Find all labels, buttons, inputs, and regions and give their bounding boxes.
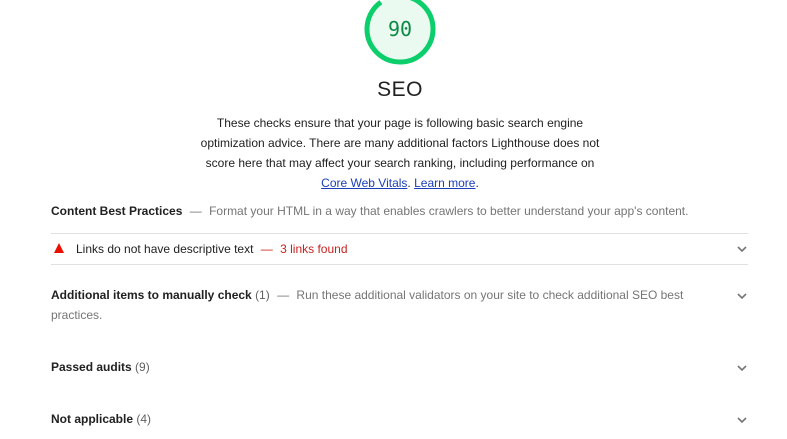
clump-not-applicable[interactable]: Not applicable (4) bbox=[51, 409, 691, 429]
clump-passed-count: (9) bbox=[135, 360, 150, 374]
clump-manual-count: (1) bbox=[255, 288, 270, 302]
group-dash: — bbox=[189, 204, 202, 218]
score-value: 90 bbox=[387, 17, 413, 41]
link1-suffix: . bbox=[407, 176, 411, 190]
clump-passed-title: Passed audits bbox=[51, 360, 132, 374]
audit-link-text[interactable]: Links do not have descriptive text — 3 l… bbox=[51, 240, 748, 258]
score-gauge: 90 bbox=[363, 0, 437, 66]
clump-manual[interactable]: Additional items to manually check (1) —… bbox=[51, 285, 691, 325]
group-description: Format your HTML in a way that enables c… bbox=[209, 204, 689, 218]
clump-passed[interactable]: Passed audits (9) bbox=[51, 357, 691, 377]
description-text: These checks ensure that your page is fo… bbox=[200, 116, 600, 170]
audit-title-wrap: Links do not have descriptive text — 3 l… bbox=[76, 240, 348, 258]
clump-na-title: Not applicable bbox=[51, 412, 134, 426]
category-title: SEO bbox=[377, 78, 423, 101]
divider bbox=[51, 233, 748, 234]
core-web-vitals-link[interactable]: Core Web Vitals bbox=[321, 176, 407, 190]
chevron-down-icon[interactable] bbox=[737, 364, 747, 372]
chevron-down-icon[interactable] bbox=[737, 292, 747, 300]
chevron-down-icon[interactable] bbox=[737, 245, 747, 253]
category-description: These checks ensure that your page is fo… bbox=[196, 113, 604, 193]
group-title: Content Best Practices bbox=[51, 204, 183, 218]
clump-na-count: (4) bbox=[136, 412, 152, 426]
divider bbox=[51, 264, 748, 265]
audit-title: Links do not have descriptive text bbox=[76, 242, 254, 256]
clump-manual-title: Additional items to manually check bbox=[51, 288, 252, 302]
chevron-down-icon[interactable] bbox=[737, 416, 747, 424]
audit-dash: — bbox=[260, 242, 273, 256]
link2-suffix: . bbox=[475, 176, 479, 190]
learn-more-link[interactable]: Learn more bbox=[414, 176, 475, 190]
group-content-best-practices: Content Best Practices — Format your HTM… bbox=[51, 202, 751, 220]
clump-manual-dash: — bbox=[277, 288, 290, 302]
audit-display-value: 3 links found bbox=[280, 242, 348, 256]
triangle-warning-icon bbox=[54, 243, 64, 253]
